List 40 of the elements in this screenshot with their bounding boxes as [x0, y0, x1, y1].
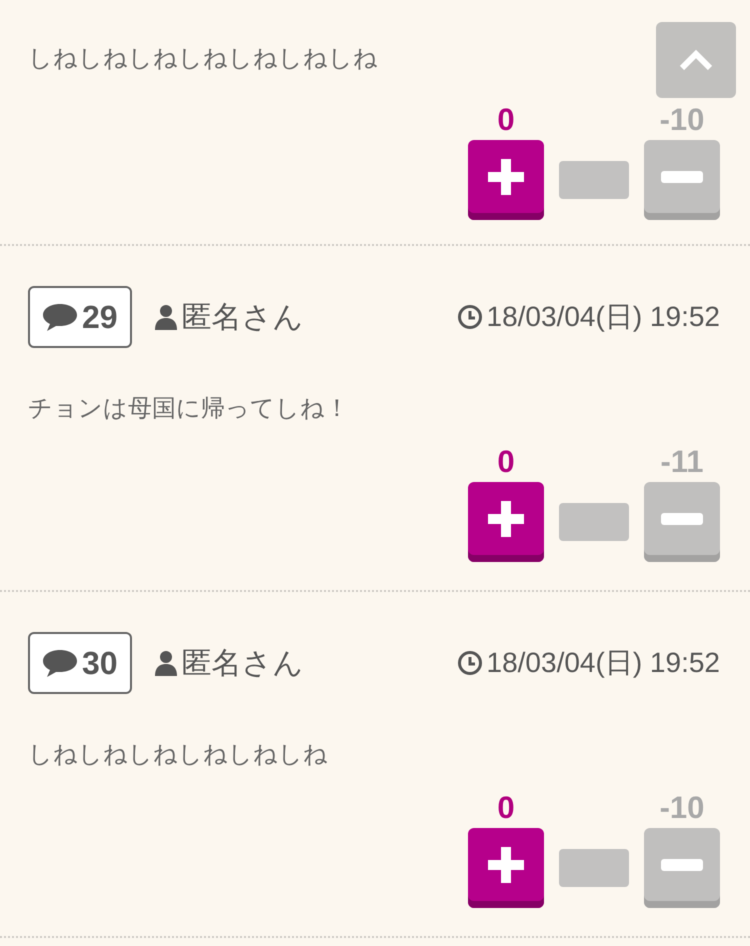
vote-bar [559, 161, 629, 199]
minus-icon [661, 513, 703, 525]
minus-count: -11 [660, 444, 704, 480]
vote-bar [559, 849, 629, 887]
speech-bubble-icon [42, 302, 78, 332]
person-icon [154, 650, 178, 676]
clock-icon [456, 304, 482, 330]
comment-number: 30 [82, 644, 118, 682]
speech-bubble-icon [42, 648, 78, 678]
comment-count-badge[interactable]: 29 [28, 286, 132, 348]
plus-count: 0 [497, 444, 515, 480]
person-icon [154, 304, 178, 330]
plus-count: 0 [497, 790, 515, 826]
post-date: 18/03/04(日) 19:52 [486, 646, 720, 680]
post-date: 18/03/04(日) 19:52 [486, 300, 720, 334]
plus-button[interactable] [468, 482, 544, 562]
scroll-to-top-button[interactable] [656, 22, 736, 98]
comment-count-badge[interactable]: 30 [28, 632, 132, 694]
plus-icon [486, 157, 526, 197]
author-name: 匿名さん [182, 646, 304, 682]
comment-text: しねしねしねしねしねしね [28, 740, 328, 770]
minus-button[interactable] [644, 482, 720, 562]
minus-count: -10 [660, 790, 704, 826]
plus-button[interactable] [468, 828, 544, 908]
minus-count: -10 [660, 102, 704, 138]
minus-button[interactable] [644, 140, 720, 220]
clock-icon [456, 650, 482, 676]
minus-icon [661, 859, 703, 871]
comment-text: しねしねしねしねしねしねしね [28, 44, 378, 74]
chevron-up-icon [679, 49, 713, 71]
comment-number: 29 [82, 298, 118, 336]
plus-button[interactable] [468, 140, 544, 220]
vote-bar [559, 503, 629, 541]
comment-text: チョンは母国に帰ってしね！ [28, 394, 349, 424]
plus-icon [486, 499, 526, 539]
author-name: 匿名さん [182, 300, 304, 336]
minus-icon [661, 171, 703, 183]
plus-count: 0 [497, 102, 515, 138]
plus-icon [486, 845, 526, 885]
minus-button[interactable] [644, 828, 720, 908]
